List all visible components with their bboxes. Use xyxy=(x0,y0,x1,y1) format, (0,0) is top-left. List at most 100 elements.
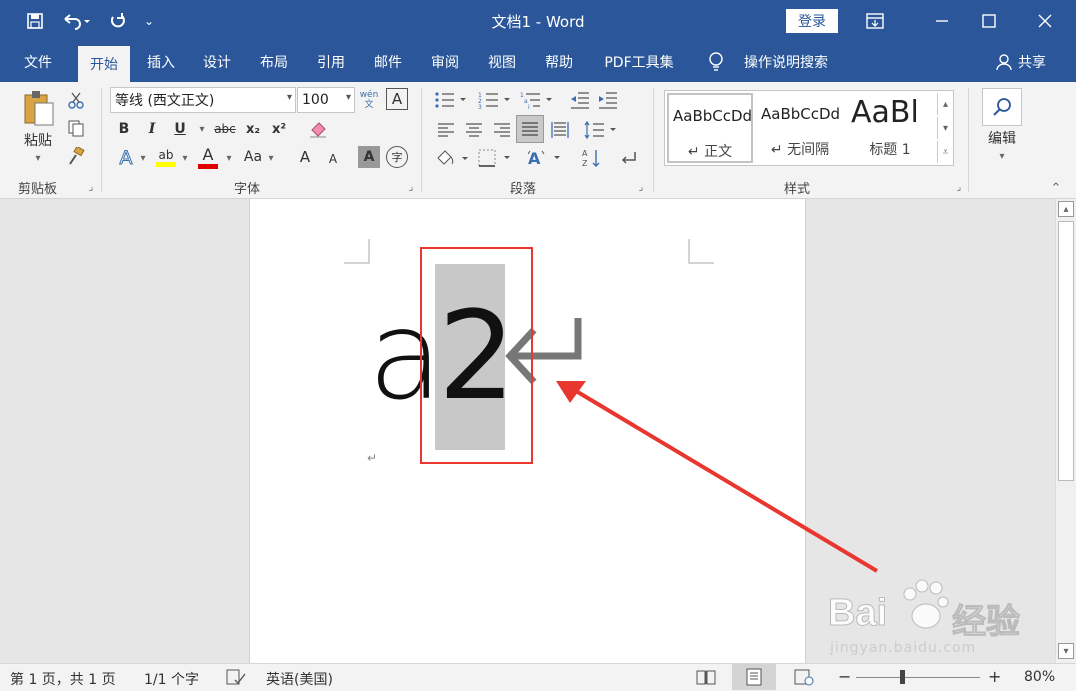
char-shading-button[interactable]: A xyxy=(358,146,380,168)
styles-scroll-up-icon[interactable]: ▴ xyxy=(937,93,953,115)
chevron-down-icon[interactable]: ▾ xyxy=(287,92,292,103)
highlight-icon[interactable]: ab xyxy=(154,144,178,170)
line-spacing-icon[interactable] xyxy=(582,118,620,142)
watermark-brand: Bai xyxy=(827,592,888,635)
page-count[interactable]: 第 1 页，共 1 页 xyxy=(10,669,116,689)
tab-layout[interactable]: 布局 xyxy=(251,42,297,82)
styles-more-icon[interactable]: ⩡ xyxy=(937,141,953,163)
tab-insert[interactable]: 插入 xyxy=(138,42,184,82)
clipboard-launcher-icon[interactable]: ⌟ xyxy=(86,182,96,193)
bold-button[interactable]: B xyxy=(114,118,134,140)
superscript-button[interactable]: x² xyxy=(268,118,290,140)
paragraph-launcher-icon[interactable]: ⌟ xyxy=(636,182,646,193)
distributed-icon[interactable] xyxy=(548,118,572,142)
change-case-button[interactable]: Aa xyxy=(240,146,266,168)
tab-review[interactable]: 审阅 xyxy=(422,42,468,82)
paste-icon[interactable] xyxy=(16,88,60,128)
zoom-level[interactable]: 80% xyxy=(1024,669,1055,685)
login-button[interactable]: 登录 xyxy=(786,9,838,33)
tab-view[interactable]: 视图 xyxy=(479,42,525,82)
change-case-dropdown-icon[interactable]: ▾ xyxy=(266,152,276,164)
bullets-icon[interactable] xyxy=(432,88,470,112)
copy-icon[interactable] xyxy=(64,116,88,140)
close-icon[interactable] xyxy=(1025,6,1065,36)
grow-font-button[interactable]: A xyxy=(294,146,316,168)
web-layout-icon[interactable] xyxy=(794,668,814,690)
style-item-no-spacing[interactable]: AaBbCcDd ↵ 无间隔 xyxy=(757,93,843,163)
highlight-dropdown-icon[interactable]: ▾ xyxy=(180,152,190,164)
tab-references[interactable]: 引用 xyxy=(308,42,354,82)
zoom-in-icon[interactable]: + xyxy=(988,667,1001,686)
word-count[interactable]: 1/1 个字 xyxy=(144,669,199,689)
tab-home[interactable]: 开始 xyxy=(78,46,130,82)
lightbulb-icon[interactable] xyxy=(704,42,728,82)
underline-dropdown-icon[interactable]: ▾ xyxy=(196,122,208,136)
justify-icon[interactable] xyxy=(516,115,544,143)
proofing-icon[interactable] xyxy=(226,668,246,690)
paste-button[interactable]: 粘贴 xyxy=(14,130,62,150)
font-name-combo[interactable]: 等线 (西文正文) ▾ xyxy=(110,87,296,113)
scroll-thumb[interactable] xyxy=(1058,221,1074,481)
ribbon-display-icon[interactable] xyxy=(855,6,895,36)
align-left-icon[interactable] xyxy=(434,118,458,142)
editing-button[interactable]: 编辑 xyxy=(980,128,1024,148)
borders-icon[interactable] xyxy=(476,146,516,170)
styles-scroll-down-icon[interactable]: ▾ xyxy=(937,117,953,139)
underline-button[interactable]: U xyxy=(170,118,190,140)
enclose-char-button[interactable]: 字 xyxy=(386,146,408,168)
decrease-indent-icon[interactable] xyxy=(568,88,592,112)
font-size-combo[interactable]: 100 ▾ xyxy=(297,87,355,113)
paste-dropdown-icon[interactable]: ▾ xyxy=(28,152,48,164)
share-button[interactable]: 共享 xyxy=(1014,42,1050,82)
strikethrough-button[interactable]: abc xyxy=(212,118,238,140)
shading-icon[interactable] xyxy=(432,146,472,170)
align-center-icon[interactable] xyxy=(462,118,486,142)
cut-icon[interactable] xyxy=(64,88,88,112)
zoom-slider-thumb[interactable] xyxy=(900,670,905,684)
tab-design[interactable]: 设计 xyxy=(194,42,240,82)
tab-mailings[interactable]: 邮件 xyxy=(365,42,411,82)
increase-indent-icon[interactable] xyxy=(596,88,620,112)
align-right-icon[interactable] xyxy=(490,118,514,142)
editing-dropdown-icon[interactable]: ▾ xyxy=(996,150,1008,162)
window-title: 文档1 - Word xyxy=(491,13,585,31)
shrink-font-button[interactable]: A xyxy=(322,148,344,170)
tab-help[interactable]: 帮助 xyxy=(536,42,582,82)
format-painter-icon[interactable] xyxy=(64,144,88,168)
asian-layout-icon[interactable]: A xyxy=(526,146,566,170)
maximize-icon[interactable] xyxy=(969,6,1009,36)
font-color-icon[interactable]: A xyxy=(196,144,220,170)
minimize-icon[interactable] xyxy=(922,6,962,36)
font-color-dropdown-icon[interactable]: ▾ xyxy=(224,152,234,164)
search-icon[interactable] xyxy=(982,88,1022,126)
tell-me-search[interactable]: 操作说明搜索 xyxy=(736,42,836,82)
zoom-out-icon[interactable]: − xyxy=(838,667,851,686)
numbering-icon[interactable]: 123 xyxy=(476,88,514,112)
show-marks-icon[interactable] xyxy=(616,146,640,170)
sort-icon[interactable]: AZ xyxy=(580,146,604,170)
person-icon[interactable] xyxy=(992,42,1016,82)
tab-pdf-tools[interactable]: PDF工具集 xyxy=(596,42,682,82)
style-item-normal[interactable]: AaBbCcDd ↵ 正文 xyxy=(667,93,753,163)
styles-launcher-icon[interactable]: ⌟ xyxy=(954,182,964,193)
font-launcher-icon[interactable]: ⌟ xyxy=(406,182,416,193)
style-item-heading1[interactable]: AaBl 标题 1 xyxy=(847,93,933,163)
zoom-slider-track[interactable] xyxy=(856,677,980,678)
tab-file[interactable]: 文件 xyxy=(14,42,62,82)
text-effects-icon[interactable]: A xyxy=(114,146,138,170)
char-border-icon[interactable]: A xyxy=(386,88,408,110)
paragraph-group-label: 段落 xyxy=(510,182,537,197)
chevron-down-icon[interactable]: ▾ xyxy=(346,92,351,103)
collapse-ribbon-icon[interactable]: ⌃ xyxy=(1048,181,1064,196)
text-effects-dropdown-icon[interactable]: ▾ xyxy=(138,152,148,164)
multilevel-list-icon[interactable]: 1ai xyxy=(518,88,556,112)
print-layout-icon[interactable] xyxy=(732,664,776,690)
clear-format-icon[interactable] xyxy=(306,118,330,140)
scroll-up-icon[interactable]: ▴ xyxy=(1058,201,1074,217)
subscript-button[interactable]: x₂ xyxy=(242,118,264,140)
phonetic-guide-icon[interactable]: wén 文 xyxy=(358,87,380,113)
italic-button[interactable]: I xyxy=(142,118,162,140)
crop-mark xyxy=(688,239,714,264)
language-indicator[interactable]: 英语(美国) xyxy=(266,669,333,689)
read-mode-icon[interactable] xyxy=(696,668,716,690)
